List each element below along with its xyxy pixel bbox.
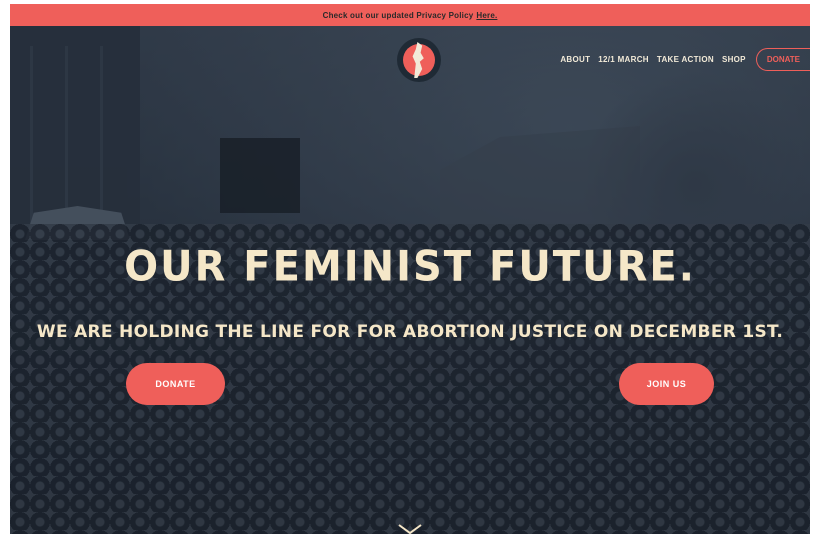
privacy-banner: Check out our updated Privacy Policy Her…	[10, 4, 810, 26]
hero-subheadline: WE ARE HOLDING THE LINE FOR FOR ABORTION…	[36, 322, 784, 342]
join-us-button[interactable]: JOIN US	[619, 363, 714, 405]
hero-headline: OUR FEMINIST FUTURE.	[124, 242, 696, 292]
main-nav: ABOUT 12/1 MARCH TAKE ACTION SHOP DONATE	[560, 48, 810, 71]
browser-viewport: Check out our updated Privacy Policy Her…	[10, 4, 810, 534]
hero-section: ABOUT 12/1 MARCH TAKE ACTION SHOP DONATE…	[10, 26, 810, 534]
donate-button[interactable]: DONATE	[126, 363, 225, 405]
nav-shop[interactable]: SHOP	[722, 55, 746, 64]
womens-march-logo-icon[interactable]	[397, 38, 441, 82]
privacy-banner-text: Check out our updated Privacy Policy	[322, 10, 474, 20]
nav-march[interactable]: 12/1 MARCH	[598, 55, 649, 64]
nav-donate-button[interactable]: DONATE	[755, 48, 810, 71]
nav-about[interactable]: ABOUT	[560, 55, 590, 64]
nav-take-action[interactable]: TAKE ACTION	[657, 55, 714, 64]
privacy-policy-link[interactable]: Here.	[476, 11, 497, 20]
chevron-down-icon[interactable]	[397, 523, 423, 534]
